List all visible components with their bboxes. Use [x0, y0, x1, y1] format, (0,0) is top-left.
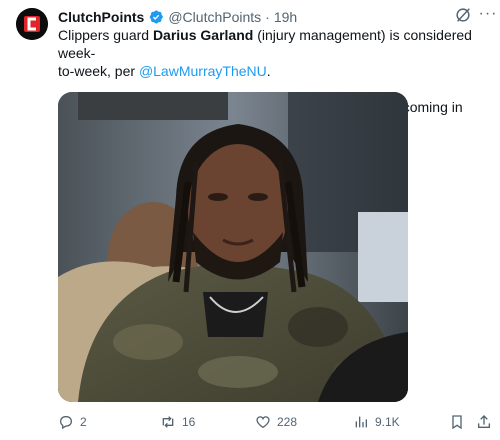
text-segment: Clippers guard: [58, 27, 153, 43]
media-photo: [58, 92, 408, 402]
verified-badge-icon: [150, 10, 164, 24]
text-segment: .: [266, 63, 271, 79]
tweet-text-line: Clippers guard Darius Garland (injury ma…: [58, 26, 488, 62]
tweet-actions: 2 16 228 9.1K: [0, 409, 500, 435]
grok-icon[interactable]: [454, 6, 472, 24]
like-count: 228: [277, 415, 298, 429]
author-handle[interactable]: @ClutchPoints: [168, 9, 261, 25]
more-icon[interactable]: ···: [478, 4, 498, 24]
tweet-timestamp[interactable]: 19h: [274, 9, 297, 25]
tweet-media[interactable]: [58, 92, 408, 402]
heart-icon: [256, 416, 270, 429]
tweet-text-line: to-week, per @LawMurrayTheNU.: [58, 62, 488, 80]
mention-link[interactable]: @LawMurrayTheNU: [139, 63, 267, 79]
bookmark-icon: [452, 415, 462, 430]
repost-button[interactable]: 16: [160, 409, 195, 435]
tweet-header: ClutchPoints @ClutchPoints · 19h: [58, 7, 438, 27]
clutchpoints-logo-icon: [16, 8, 48, 40]
bookmark-button[interactable]: [449, 409, 465, 435]
share-button[interactable]: [476, 409, 492, 435]
like-button[interactable]: 228: [255, 409, 297, 435]
reply-icon: [60, 416, 72, 430]
reply-count: 2: [80, 415, 87, 429]
views-icon: [355, 416, 367, 428]
repost-icon: [162, 416, 174, 428]
header-separator: ·: [265, 9, 270, 25]
share-icon: [478, 415, 490, 428]
avatar[interactable]: [16, 8, 48, 40]
views-count: 9.1K: [375, 415, 400, 429]
views-button[interactable]: 9.1K: [353, 409, 400, 435]
text-segment: to-week, per: [58, 63, 139, 79]
text-bold-segment: Darius Garland: [152, 27, 254, 43]
tweet-card: ClutchPoints @ClutchPoints · 19h ··· Cli…: [0, 0, 500, 440]
reply-button[interactable]: 2: [58, 409, 87, 435]
author-name[interactable]: ClutchPoints: [58, 9, 144, 25]
repost-count: 16: [182, 415, 196, 429]
